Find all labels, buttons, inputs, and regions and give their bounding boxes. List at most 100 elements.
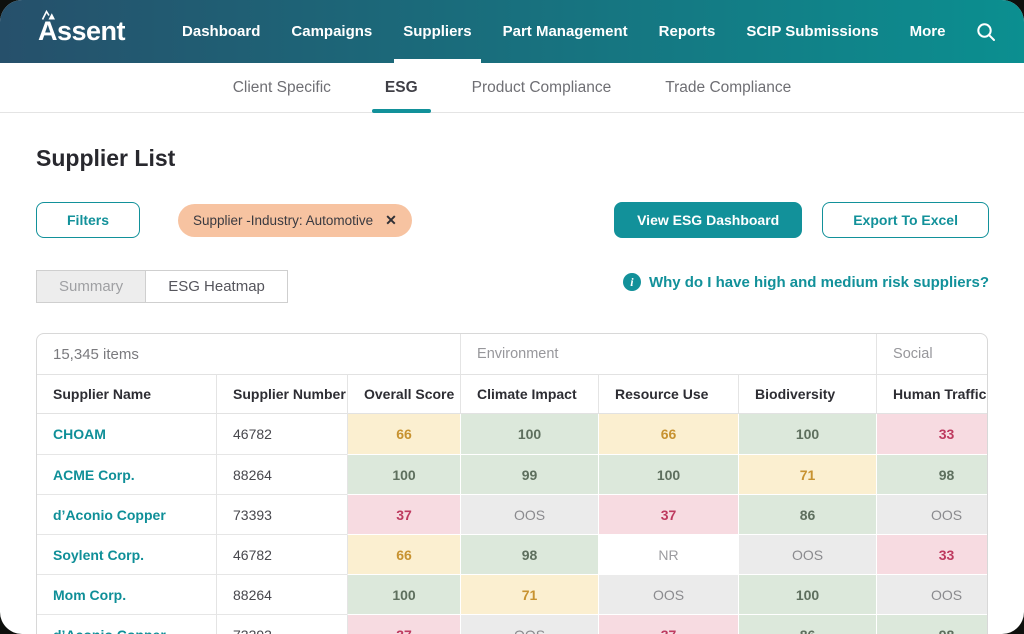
items-count: 15,345 items	[37, 334, 460, 374]
column-header-human-trafficking: Human Trafficking	[876, 374, 988, 414]
nav-item-more[interactable]: More	[910, 0, 946, 63]
score-cell: 100	[347, 454, 460, 494]
top-nav-menu: Dashboard Campaigns Suppliers Part Manageme…	[182, 0, 945, 63]
score-cell: 100	[460, 414, 598, 454]
table-row: d’Aconio Copper7339337OOS378698	[37, 614, 988, 634]
risk-help-text: Why do I have high and medium risk suppl…	[649, 274, 989, 291]
supplier-link[interactable]: ACME Corp.	[53, 467, 135, 483]
logo-text: Assent	[38, 16, 125, 47]
supplier-name-cell: Soylent Corp.	[37, 534, 216, 574]
subnav-item-trade-compliance[interactable]: Trade Compliance	[638, 63, 818, 112]
score-cell: 33	[876, 534, 988, 574]
supplier-link[interactable]: CHOAM	[53, 426, 106, 442]
subnav-item-product-compliance[interactable]: Product Compliance	[445, 63, 639, 112]
table-row: CHOAM46782661006610033	[37, 414, 988, 454]
supplier-number-cell: 46782	[216, 534, 347, 574]
score-cell: 98	[876, 614, 988, 634]
risk-help-link[interactable]: i Why do I have high and medium risk sup…	[623, 273, 989, 291]
supplier-name-cell: d’Aconio Copper	[37, 494, 216, 534]
nav-item-scip-submissions[interactable]: SCIP Submissions	[746, 0, 878, 63]
score-cell: 33	[876, 414, 988, 454]
nav-item-dashboard[interactable]: Dashboard	[182, 0, 260, 63]
score-cell: 98	[876, 454, 988, 494]
subnav-item-client-specific[interactable]: Client Specific	[206, 63, 358, 112]
chip-close-icon[interactable]: ✕	[385, 213, 397, 227]
tab-summary[interactable]: Summary	[36, 270, 146, 303]
app-window: Assent Dashboard Campaigns Suppliers Part M…	[0, 0, 1024, 634]
score-cell: 100	[738, 574, 876, 614]
score-cell: OOS	[738, 534, 876, 574]
score-cell: 98	[460, 534, 598, 574]
column-header-resource-use: Resource Use	[598, 374, 738, 414]
filters-button[interactable]: Filters	[36, 202, 140, 238]
score-cell: 71	[738, 454, 876, 494]
supplier-name-cell: ACME Corp.	[37, 454, 216, 494]
supplier-number-cell: 88264	[216, 574, 347, 614]
supplier-name-cell: CHOAM	[37, 414, 216, 454]
info-icon: i	[623, 273, 641, 291]
supplier-number-cell: 88264	[216, 454, 347, 494]
assent-logo[interactable]: Assent	[38, 0, 125, 63]
view-esg-dashboard-button[interactable]: View ESG Dashboard	[614, 202, 802, 238]
supplier-number-cell: 73393	[216, 494, 347, 534]
column-header-supplier-name: Supplier Name	[37, 374, 216, 414]
nav-item-part-management[interactable]: Part Management	[503, 0, 628, 63]
score-cell: OOS	[876, 494, 988, 534]
column-header-climate-impact: Climate Impact	[460, 374, 598, 414]
score-cell: 86	[738, 494, 876, 534]
table-row: d’Aconio Copper7339337OOS3786OOS	[37, 494, 988, 534]
table-row: Mom Corp.8826410071OOS100OOS	[37, 574, 988, 614]
score-cell: OOS	[460, 614, 598, 634]
tab-row: SummaryESG Heatmap i Why do I have high …	[36, 270, 989, 303]
score-cell: 99	[460, 454, 598, 494]
filter-row: Filters Supplier -Industry: Automotive ✕…	[36, 202, 989, 238]
page-title: Supplier List	[36, 145, 989, 172]
score-cell: NR	[598, 534, 738, 574]
table-row: Soylent Corp. 467826698NROOS33	[37, 534, 988, 574]
supplier-number-cell: 46782	[216, 414, 347, 454]
score-cell: 100	[347, 574, 460, 614]
tab-strip: SummaryESG Heatmap	[36, 270, 288, 303]
filter-chip-label: Supplier -Industry: Automotive	[193, 213, 373, 228]
table-group-row: 15,345 itemsEnvironmentSocial	[37, 334, 988, 374]
score-cell: 66	[347, 534, 460, 574]
score-cell: 100	[738, 414, 876, 454]
supplier-number-cell: 73393	[216, 614, 347, 634]
table-header-row: Supplier NameSupplier NumberOverall Scor…	[37, 374, 988, 414]
logo-mark-icon	[39, 9, 58, 20]
column-header-overall-score: Overall Score	[347, 374, 460, 414]
supplier-name-cell: d’Aconio Copper	[37, 614, 216, 634]
search-icon[interactable]	[975, 0, 997, 63]
supplier-link[interactable]: Mom Corp.	[53, 587, 126, 603]
group-header-social: Social	[876, 334, 988, 374]
supplier-link[interactable]: d’Aconio Copper	[53, 507, 166, 523]
score-cell: 37	[347, 614, 460, 634]
supplier-link[interactable]: Soylent Corp.	[53, 547, 144, 563]
column-header-supplier-number: Supplier Number	[216, 374, 347, 414]
tab-esg-heatmap[interactable]: ESG Heatmap	[146, 270, 288, 303]
nav-item-suppliers[interactable]: Suppliers	[403, 0, 471, 63]
column-header-biodiversity: Biodiversity	[738, 374, 876, 414]
main-content: Supplier List Filters Supplier -Industry…	[0, 145, 1024, 634]
score-cell: OOS	[460, 494, 598, 534]
supplier-heatmap-card: 15,345 itemsEnvironmentSocialSupplier Na…	[36, 333, 988, 634]
nav-item-reports[interactable]: Reports	[659, 0, 716, 63]
score-cell: 37	[598, 494, 738, 534]
supplier-heatmap-table: 15,345 itemsEnvironmentSocialSupplier Na…	[37, 334, 988, 634]
table-row: ACME Corp.88264100991007198	[37, 454, 988, 494]
supplier-name-cell: Mom Corp.	[37, 574, 216, 614]
sub-navbar: Client SpecificESGProduct ComplianceTrad…	[0, 63, 1024, 113]
supplier-link[interactable]: d’Aconio Copper	[53, 627, 166, 634]
score-cell: OOS	[598, 574, 738, 614]
subnav-item-esg[interactable]: ESG	[358, 63, 445, 112]
group-header-environment: Environment	[460, 334, 876, 374]
score-cell: 37	[598, 614, 738, 634]
score-cell: 66	[347, 414, 460, 454]
nav-item-campaigns[interactable]: Campaigns	[291, 0, 372, 63]
score-cell: 71	[460, 574, 598, 614]
filter-chip[interactable]: Supplier -Industry: Automotive ✕	[178, 204, 412, 237]
score-cell: 37	[347, 494, 460, 534]
top-navbar: Assent Dashboard Campaigns Suppliers Part M…	[0, 0, 1024, 63]
score-cell: 66	[598, 414, 738, 454]
export-to-excel-button[interactable]: Export To Excel	[822, 202, 989, 238]
